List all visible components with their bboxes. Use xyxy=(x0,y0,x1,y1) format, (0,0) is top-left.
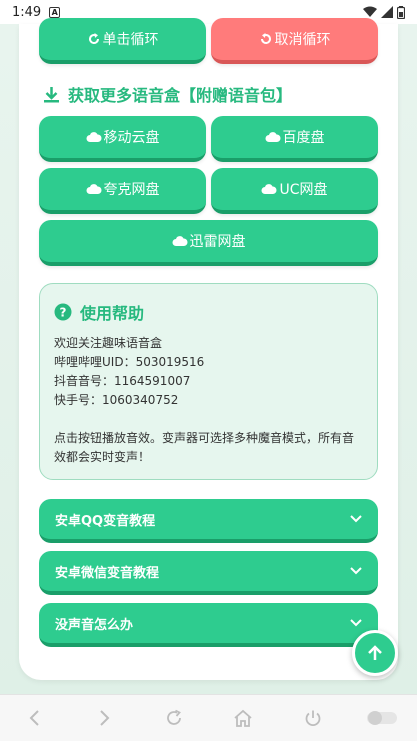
arrow-up-icon xyxy=(368,645,382,660)
home-button[interactable] xyxy=(223,698,263,738)
accordion-wechat-tutorial[interactable]: 安卓微信变音教程 xyxy=(39,551,378,595)
question-circle-icon: ? xyxy=(54,303,72,321)
accordion-no-sound[interactable]: 没声音怎么办 xyxy=(39,603,378,647)
cloud-icon xyxy=(86,184,102,194)
undo-icon xyxy=(260,33,271,44)
uc-cloud-label: UC网盘 xyxy=(279,182,328,198)
download-section-title: 获取更多语音盒【附赠语音包】 xyxy=(43,82,292,106)
scroll-top-button[interactable] xyxy=(352,630,398,676)
chevron-down-icon xyxy=(350,567,362,575)
forward-button[interactable] xyxy=(84,698,124,738)
cloud-icon xyxy=(265,132,281,142)
accordion-qq-label: 安卓QQ变音教程 xyxy=(55,513,156,529)
mobile-cloud-button[interactable]: 移动云盘 xyxy=(39,116,206,162)
help-title: ? 使用帮助 xyxy=(54,300,363,324)
signal-icon xyxy=(381,6,393,18)
chevron-down-icon xyxy=(350,515,362,523)
browser-nav-bar xyxy=(0,694,417,741)
status-icons xyxy=(363,5,405,19)
cancel-loop-label: 取消循环 xyxy=(274,32,331,48)
accordion-no-sound-label: 没声音怎么办 xyxy=(55,617,134,633)
cancel-loop-button[interactable]: 取消循环 xyxy=(211,18,378,64)
home-icon xyxy=(234,709,252,727)
download-section-label: 获取更多语音盒【附赠语音包】 xyxy=(68,86,293,105)
help-line-instructions-cont: 效都会实时变声！ xyxy=(54,450,151,464)
single-loop-button[interactable]: 单击循环 xyxy=(39,18,206,64)
uc-cloud-button[interactable]: UC网盘 xyxy=(211,168,378,214)
help-line-bilibili: 哔哩哔哩UID：503019516 xyxy=(54,355,205,369)
chevron-right-icon xyxy=(100,710,110,726)
svg-text:?: ? xyxy=(60,306,67,320)
single-loop-label: 单击循环 xyxy=(102,32,159,48)
baidu-cloud-label: 百度盘 xyxy=(282,130,325,146)
back-button[interactable] xyxy=(15,698,55,738)
quark-cloud-label: 夸克网盘 xyxy=(103,182,160,198)
xunlei-cloud-button[interactable]: 迅雷网盘 xyxy=(39,220,378,266)
help-spacer xyxy=(54,410,363,429)
mobile-cloud-label: 移动云盘 xyxy=(103,130,160,146)
help-line-douyin: 抖音音号：1164591007 xyxy=(54,374,191,388)
toggle-icon xyxy=(367,711,398,725)
power-icon xyxy=(305,710,321,727)
wifi-icon xyxy=(363,6,377,17)
reload-button[interactable] xyxy=(154,698,194,738)
power-button[interactable] xyxy=(293,698,333,738)
status-time: 1:49 xyxy=(12,4,42,20)
rotate-right-icon xyxy=(88,33,99,44)
notification-a-icon: A xyxy=(49,6,61,18)
xunlei-cloud-label: 迅雷网盘 xyxy=(189,234,246,250)
help-line-welcome: 欢迎关注趣味语音盒 xyxy=(54,336,163,350)
refresh-icon xyxy=(166,709,181,725)
help-line-instructions: 点击按钮播放音效。变声器可选择多种魔音模式，所有音 xyxy=(54,431,355,445)
battery-icon xyxy=(397,5,405,19)
chevron-left-icon xyxy=(29,710,39,726)
cloud-icon xyxy=(261,184,277,194)
accordion-qq-tutorial[interactable]: 安卓QQ变音教程 xyxy=(39,499,378,543)
cloud-icon xyxy=(172,236,188,246)
baidu-cloud-button[interactable]: 百度盘 xyxy=(211,116,378,162)
accordion-wechat-label: 安卓微信变音教程 xyxy=(55,565,160,581)
mode-toggle[interactable] xyxy=(362,698,402,738)
cloud-icon xyxy=(86,132,102,142)
download-icon xyxy=(44,86,59,102)
quark-cloud-button[interactable]: 夸克网盘 xyxy=(39,168,206,214)
help-line-kuaishou: 快手号：1060340752 xyxy=(54,393,179,407)
help-title-label: 使用帮助 xyxy=(80,304,145,323)
help-box: ? 使用帮助 欢迎关注趣味语音盒 哔哩哔哩UID：503019516 抖音音号：… xyxy=(39,283,378,480)
chevron-down-icon xyxy=(350,619,362,627)
